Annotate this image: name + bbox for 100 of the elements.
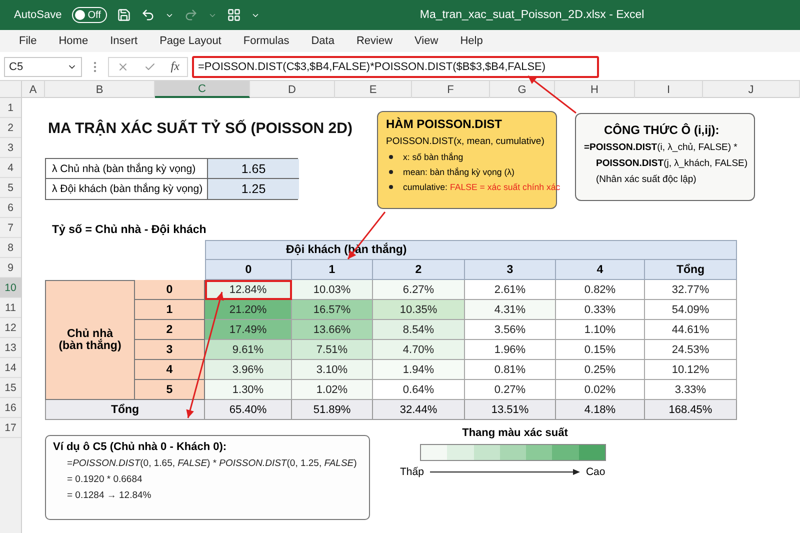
row-header[interactable]: 4	[0, 158, 21, 178]
table-cell: 0.15%	[556, 340, 645, 360]
grid-icon[interactable]	[226, 8, 241, 22]
save-icon[interactable]	[116, 8, 131, 22]
callout-text: POISSON.DIST(x, mean, cumulative)	[386, 136, 544, 147]
column-header[interactable]: C	[155, 81, 250, 98]
column-heading: 0	[205, 260, 292, 280]
row-header[interactable]: 7	[0, 218, 21, 238]
sheet-title: MA TRẬN XÁC SUẤT TỶ SỐ (POISSON 2D)	[47, 118, 352, 138]
row-header[interactable]: 1	[0, 98, 21, 118]
row-header[interactable]: 12	[0, 318, 21, 338]
row-header[interactable]: 5	[0, 178, 21, 198]
row-header[interactable]: 8	[0, 238, 21, 258]
menu-item[interactable]: View	[404, 35, 450, 47]
table-cell: 4.70%	[373, 340, 465, 360]
table-cell: 7.51%	[292, 340, 373, 360]
callout-text: (Nhân xác suất độc lập)	[596, 174, 696, 185]
table-cell: 0.82%	[556, 280, 645, 300]
table-cell: 1.10%	[556, 320, 645, 340]
table-cell: 0.81%	[465, 360, 556, 380]
table-cell: 1.02%	[292, 380, 373, 400]
table-cell: 32.77%	[645, 280, 737, 300]
total-label: Tổng	[45, 400, 205, 420]
table-cell: λ Chủ nhà (bàn thắng kỳ vọng)	[46, 159, 208, 179]
table-cell: 16.57%	[292, 300, 373, 320]
menu-item[interactable]: File	[8, 35, 48, 47]
row-heading: 3	[135, 340, 205, 360]
table-cell: 4.18%	[556, 400, 645, 420]
example-title: Ví dụ ô C5 (Chủ nhà 0 - Khách 0):	[53, 441, 228, 453]
name-box[interactable]: C5	[4, 56, 82, 76]
row-header[interactable]: 14	[0, 358, 21, 378]
menu-item[interactable]: Data	[300, 35, 346, 47]
table-cell: 0.64%	[373, 380, 465, 400]
example-line: = 0.1920 * 0.6684	[67, 474, 142, 485]
table-cell: 1.30%	[205, 380, 292, 400]
column-header[interactable]: F	[412, 81, 490, 98]
column-heading: Tổng	[645, 260, 737, 280]
bullet-icon	[389, 170, 393, 174]
score-label: Tỷ số = Chủ nhà - Đội khách	[51, 223, 208, 238]
column-header[interactable]: H	[555, 81, 635, 98]
table-cell: 44.61%	[645, 320, 737, 340]
menu-item[interactable]: Home	[48, 35, 100, 47]
cancel-icon[interactable]	[116, 60, 129, 72]
table-cell: 51.89%	[292, 400, 373, 420]
row-header[interactable]: 2	[0, 118, 21, 138]
table-cell: 0.33%	[556, 300, 645, 320]
row-heading: 1	[135, 300, 205, 320]
low-label: Thấp	[400, 466, 424, 478]
table-cell: 6.27%	[373, 280, 465, 300]
row-header[interactable]: 15	[0, 378, 21, 398]
table-cell: 13.51%	[465, 400, 556, 420]
bullet-icon	[389, 185, 393, 189]
column-header[interactable]: A	[22, 81, 45, 98]
table-cell: 3.10%	[292, 360, 373, 380]
example-line: =POISSON.DIST(0, 1.65, FALSE) * POISSON.DIST(0, 1.25, FALSE)	[67, 458, 357, 469]
callout-title: CÔNG THỨC Ô (i,ij):	[603, 123, 720, 137]
callout-text: mean: bàn thắng kỳ vọng (λ)	[403, 167, 514, 177]
arrow	[528, 75, 576, 114]
window-title: Ma_tran_xac_suat_Poisson_2D.xlsx - Excel	[420, 9, 644, 21]
menu-item[interactable]: Formulas	[232, 35, 300, 47]
menu-item[interactable]: Insert	[99, 35, 149, 47]
callout-text: x: số bàn thắng	[403, 152, 464, 162]
column-header[interactable]: D	[250, 81, 335, 98]
undo-icon[interactable]	[140, 8, 155, 22]
insert-function-button[interactable]: fx	[170, 59, 180, 74]
row-header[interactable]: 17	[0, 418, 21, 438]
row-header[interactable]: 10	[0, 278, 21, 298]
table-cell: 10.35%	[373, 300, 465, 320]
bullet-icon	[389, 155, 393, 159]
table-cell: 10.03%	[292, 280, 373, 300]
table-cell: 1.65	[208, 159, 299, 179]
row-header[interactable]: 11	[0, 298, 21, 318]
example-line: = 0.1284 → 12.84%	[67, 490, 152, 501]
table-cell: 0.02%	[556, 380, 645, 400]
menu-item[interactable]: Review	[345, 35, 404, 47]
table-cell: 10.12%	[645, 360, 737, 380]
row-header[interactable]: 16	[0, 398, 21, 418]
row-header[interactable]: 13	[0, 338, 21, 358]
column-heading: 2	[373, 260, 465, 280]
table-cell: 24.53%	[645, 340, 737, 360]
column-header[interactable]: E	[335, 81, 412, 98]
table-cell: 3.96%	[205, 360, 292, 380]
row-header[interactable]: 3	[0, 138, 21, 158]
row-header[interactable]: 6	[0, 198, 21, 218]
menu-item[interactable]: Help	[449, 35, 494, 47]
check-icon[interactable]	[144, 60, 156, 72]
menu-item[interactable]: Page Layout	[148, 35, 232, 47]
table-cell: 168.45%	[645, 400, 737, 420]
row-heading: 5	[135, 380, 205, 400]
column-header[interactable]: J	[703, 81, 800, 98]
table-cell: 32.44%	[373, 400, 465, 420]
formula-field[interactable]: =POISSON.DIST(C$3,$B4,FALSE)*POISSON.DIST($B$3,$B4,FALSE)	[192, 56, 599, 78]
column-heading: 1	[292, 260, 373, 280]
callout-text: POISSON.DIST(j, λ_khách, FALSE)	[596, 158, 748, 169]
column-header[interactable]: I	[635, 81, 703, 98]
autosave-toggle[interactable]: Off	[72, 7, 107, 23]
column-heading: 4	[556, 260, 645, 280]
table-cell: 1.25	[208, 179, 299, 199]
column-heading: 3	[465, 260, 556, 280]
row-group-header: Chủ nhà (bàn thắng)	[45, 280, 135, 400]
